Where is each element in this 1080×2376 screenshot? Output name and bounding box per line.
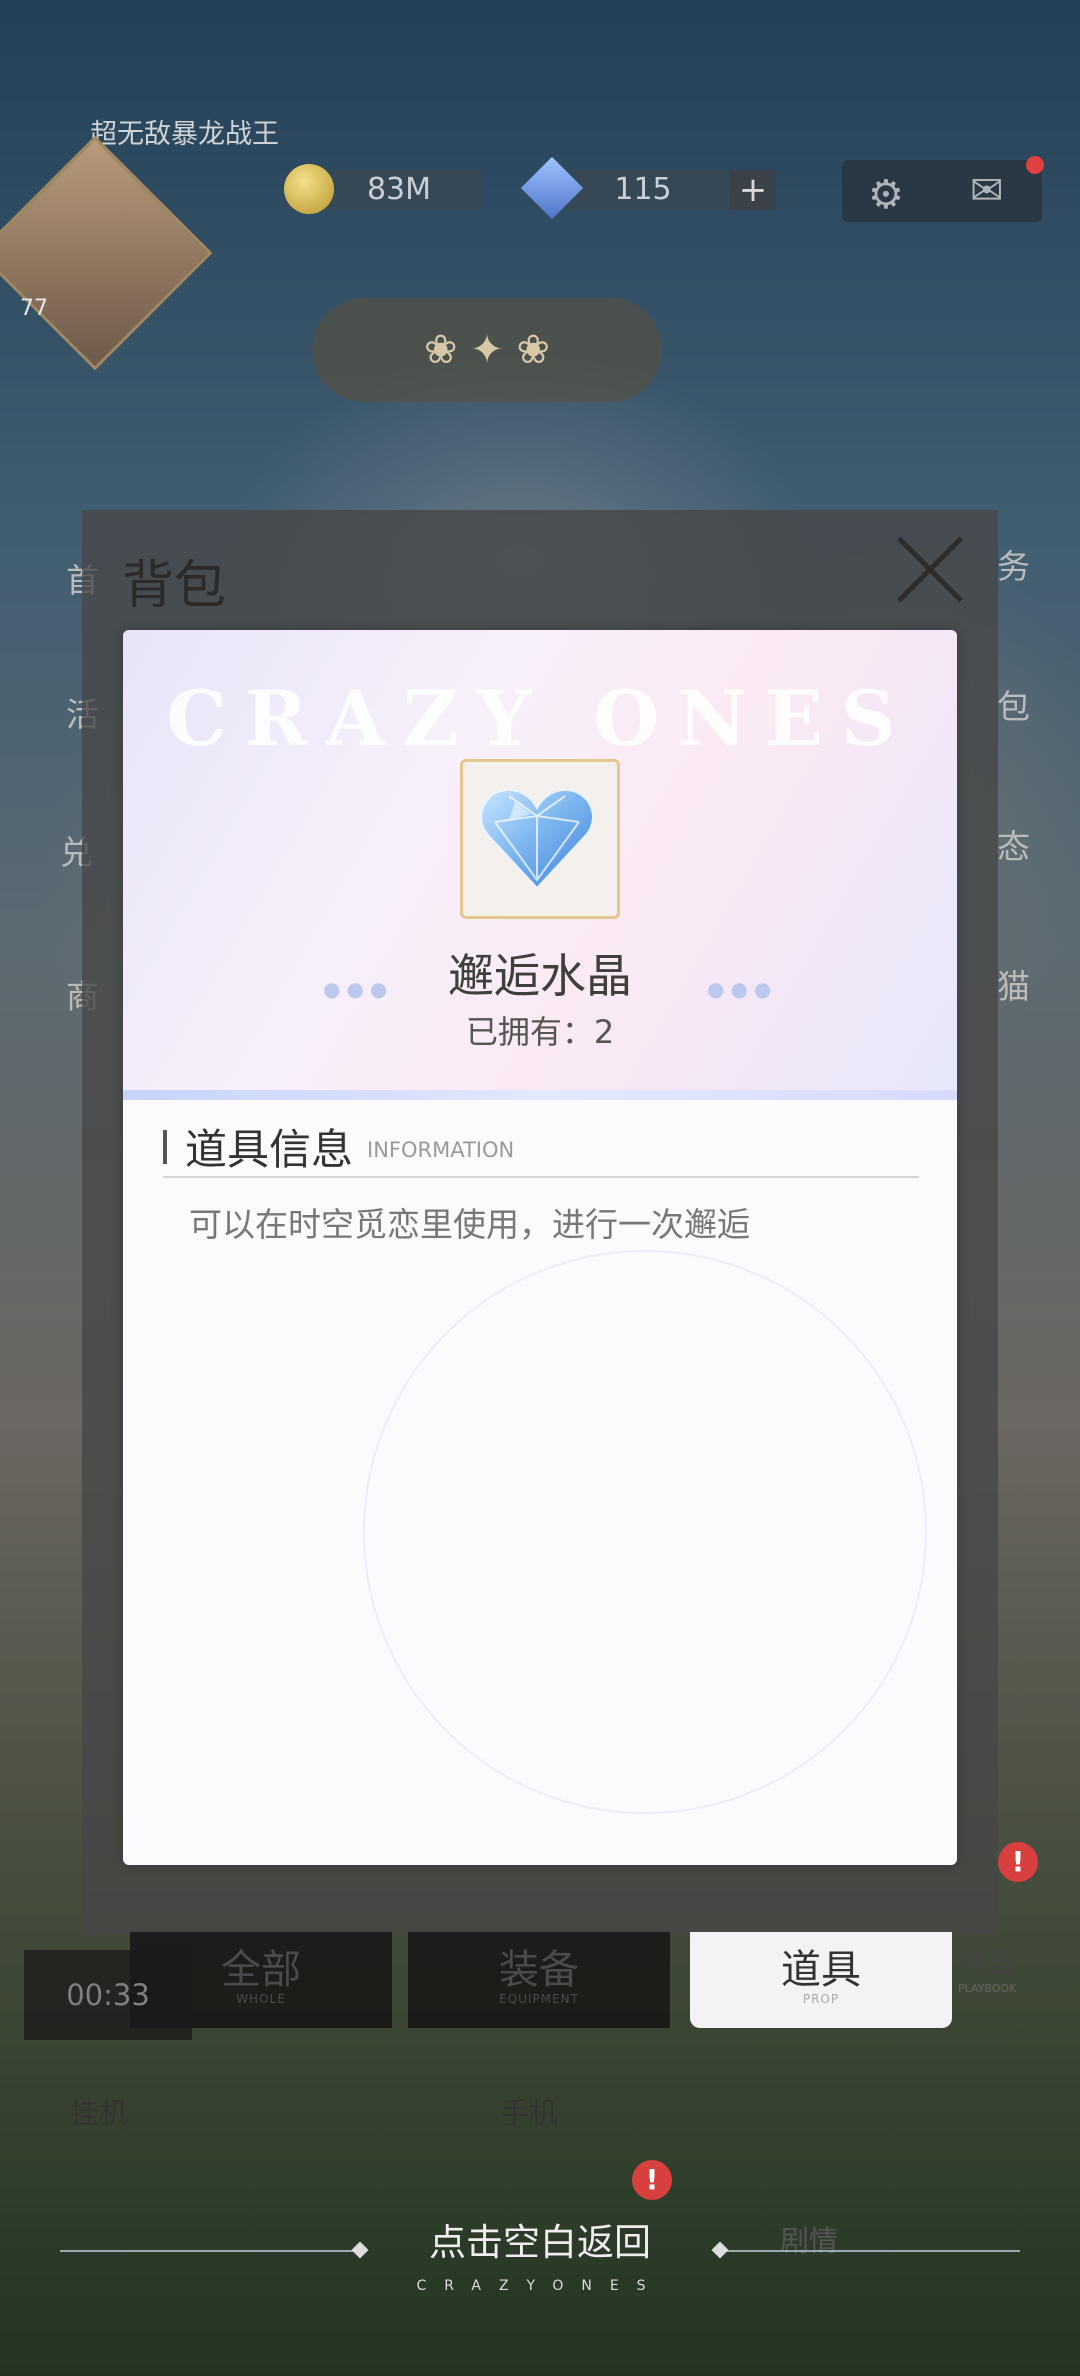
item-name: 邂逅水晶 bbox=[448, 949, 632, 1003]
outing-label: 外出 bbox=[958, 1946, 1017, 1980]
tap-blank-to-return[interactable]: 点击空白返回 bbox=[0, 2212, 1080, 2266]
bag-title: 背包 bbox=[122, 556, 227, 616]
crystal-heart-icon bbox=[480, 788, 594, 890]
mail-notification-dot bbox=[1026, 156, 1044, 174]
mail-icon[interactable]: ✉ bbox=[970, 168, 1004, 214]
tab-equipment-sub: EQUIPMENT bbox=[499, 1992, 579, 2006]
gold-value: 83M bbox=[366, 172, 432, 207]
section-subtitle: INFORMATION bbox=[367, 1138, 515, 1162]
side-menu-right-4[interactable]: 猫 bbox=[997, 960, 1030, 1008]
nav-phone[interactable]: 手机 bbox=[500, 2090, 558, 2132]
tab-prop-label: 道具 bbox=[781, 1947, 861, 1993]
brand-caption: CRAZYONES bbox=[416, 2278, 664, 2294]
watermark: CRAZY ONES bbox=[166, 674, 914, 763]
tab-equipment-label: 装备 bbox=[499, 1947, 579, 1993]
tab-prop-sub: PROP bbox=[802, 1992, 840, 2006]
section-marker bbox=[163, 1130, 167, 1164]
tab-equipment[interactable]: 装备 EQUIPMENT bbox=[408, 1932, 670, 2028]
close-icon[interactable] bbox=[896, 536, 964, 604]
nav-idle[interactable]: 挂机 bbox=[70, 2090, 128, 2132]
outing-button[interactable]: 外出 PLAYBOOK bbox=[958, 1940, 1016, 1995]
coin-icon bbox=[284, 164, 334, 214]
gem-value: 115 bbox=[614, 172, 672, 207]
section-divider bbox=[163, 1176, 919, 1178]
tab-prop[interactable]: 道具 PROP bbox=[690, 1932, 952, 2028]
event-banner[interactable]: ❀ ✦ ❀ bbox=[312, 298, 662, 402]
story-alert-icon: ! bbox=[632, 2160, 672, 2200]
player-level: 77 bbox=[20, 296, 48, 321]
item-owned-count: 已拥有：2 bbox=[465, 1013, 615, 1051]
outing-alert-icon: ! bbox=[998, 1842, 1038, 1882]
outing-sub: PLAYBOOK bbox=[958, 1982, 1017, 1995]
section-title: 道具信息 bbox=[185, 1125, 354, 1174]
settings-gear-icon[interactable]: ⚙ bbox=[868, 172, 904, 218]
idle-timer: 00:33 bbox=[24, 1950, 192, 2040]
decor-swirl bbox=[363, 1250, 927, 1814]
item-info-modal: CRAZY ONES ●●● ●●● 邂逅水晶 已拥有：2 道具信息 INFOR… bbox=[123, 630, 957, 1865]
item-description: 可以在时空觅恋里使用，进行一次邂逅 bbox=[189, 1205, 750, 1244]
add-gems-button[interactable]: + bbox=[730, 170, 776, 210]
side-menu-right-1[interactable]: 务 bbox=[997, 540, 1030, 588]
side-menu-right-2[interactable]: 包 bbox=[997, 680, 1030, 728]
side-menu-right-3[interactable]: 态 bbox=[997, 820, 1030, 868]
player-name: 超无敌暴龙战王 bbox=[90, 119, 279, 150]
